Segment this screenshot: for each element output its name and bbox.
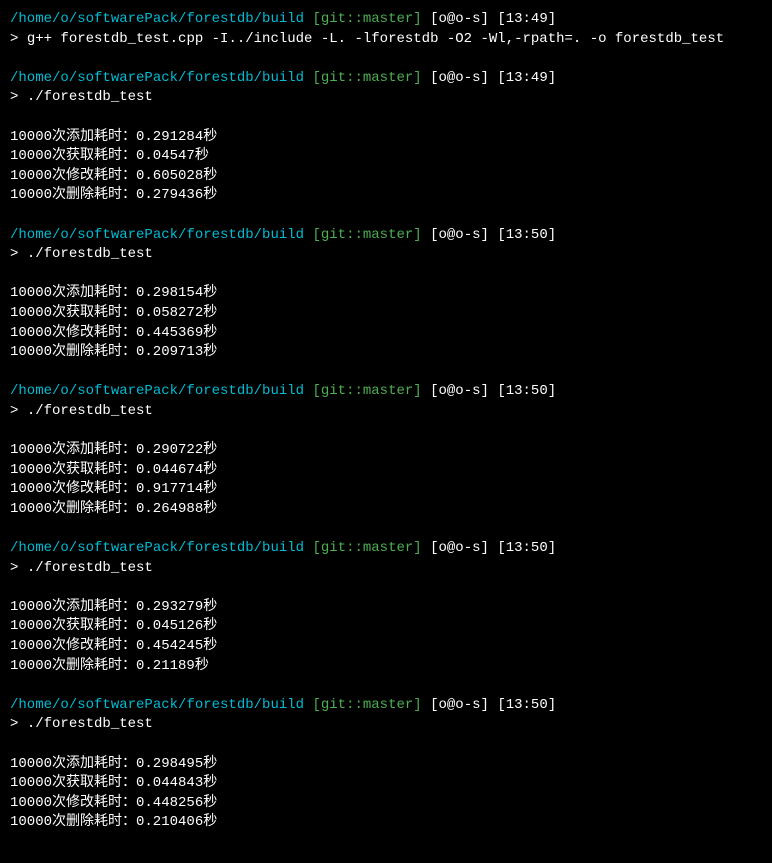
- timestamp: [13:50]: [497, 383, 556, 399]
- output-line: 10000次删除耗时：0.279436秒: [10, 186, 762, 206]
- git-branch: [git::master]: [312, 11, 421, 27]
- user-host: [o@o-s]: [430, 383, 489, 399]
- output-line: 10000次删除耗时：0.264988秒: [10, 500, 762, 520]
- git-branch: [git::master]: [312, 383, 421, 399]
- timestamp: [13:50]: [497, 540, 556, 556]
- blank-line: [10, 519, 762, 539]
- cwd-path: /home/o/softwarePack/forestdb/build: [10, 70, 304, 86]
- prompt-line: /home/o/softwarePack/forestdb/build [git…: [10, 226, 762, 246]
- output-line: 10000次添加耗时：0.291284秒: [10, 128, 762, 148]
- output-line: 10000次修改耗时：0.448256秒: [10, 794, 762, 814]
- blank-line: [10, 108, 762, 128]
- output-line: 10000次添加耗时：0.298495秒: [10, 755, 762, 775]
- command-text: ./forestdb_test: [27, 89, 153, 105]
- output-line: 10000次删除耗时：0.21189秒: [10, 657, 762, 677]
- timestamp: [13:49]: [497, 11, 556, 27]
- git-branch: [git::master]: [312, 227, 421, 243]
- git-branch: [git::master]: [312, 70, 421, 86]
- user-host: [o@o-s]: [430, 70, 489, 86]
- user-host: [o@o-s]: [430, 11, 489, 27]
- output-line: 10000次获取耗时：0.04547秒: [10, 147, 762, 167]
- user-host: [o@o-s]: [430, 540, 489, 556]
- git-branch: [git::master]: [312, 697, 421, 713]
- output-line: 10000次修改耗时：0.917714秒: [10, 480, 762, 500]
- output-line: 10000次添加耗时：0.290722秒: [10, 441, 762, 461]
- timestamp: [13:50]: [497, 697, 556, 713]
- git-branch: [git::master]: [312, 540, 421, 556]
- blank-line: [10, 735, 762, 755]
- command-line[interactable]: > ./forestdb_test: [10, 559, 762, 579]
- user-host: [o@o-s]: [430, 227, 489, 243]
- output-line: 10000次添加耗时：0.293279秒: [10, 598, 762, 618]
- command-line[interactable]: > ./forestdb_test: [10, 88, 762, 108]
- command-line[interactable]: > ./forestdb_test: [10, 245, 762, 265]
- terminal-output: /home/o/softwarePack/forestdb/build [git…: [10, 10, 762, 853]
- output-line: 10000次获取耗时：0.058272秒: [10, 304, 762, 324]
- prompt-symbol: >: [10, 31, 18, 47]
- blank-line: [10, 363, 762, 383]
- prompt-line: /home/o/softwarePack/forestdb/build [git…: [10, 10, 762, 30]
- command-text: ./forestdb_test: [27, 246, 153, 262]
- command-text: ./forestdb_test: [27, 403, 153, 419]
- blank-line: [10, 578, 762, 598]
- output-line: 10000次修改耗时：0.454245秒: [10, 637, 762, 657]
- output-line: 10000次获取耗时：0.045126秒: [10, 617, 762, 637]
- cwd-path: /home/o/softwarePack/forestdb/build: [10, 11, 304, 27]
- output-line: 10000次添加耗时：0.298154秒: [10, 284, 762, 304]
- command-text: ./forestdb_test: [27, 716, 153, 732]
- command-line[interactable]: > g++ forestdb_test.cpp -I../include -L.…: [10, 30, 762, 50]
- command-text: g++ forestdb_test.cpp -I../include -L. -…: [27, 31, 724, 47]
- blank-line: [10, 265, 762, 285]
- prompt-symbol: >: [10, 716, 18, 732]
- cwd-path: /home/o/softwarePack/forestdb/build: [10, 227, 304, 243]
- user-host: [o@o-s]: [430, 697, 489, 713]
- blank-line: [10, 833, 762, 853]
- command-line[interactable]: > ./forestdb_test: [10, 402, 762, 422]
- cwd-path: /home/o/softwarePack/forestdb/build: [10, 697, 304, 713]
- output-line: 10000次删除耗时：0.209713秒: [10, 343, 762, 363]
- prompt-symbol: >: [10, 403, 18, 419]
- command-text: ./forestdb_test: [27, 560, 153, 576]
- prompt-line: /home/o/softwarePack/forestdb/build [git…: [10, 69, 762, 89]
- cwd-path: /home/o/softwarePack/forestdb/build: [10, 540, 304, 556]
- command-line[interactable]: > ./forestdb_test: [10, 715, 762, 735]
- blank-line: [10, 676, 762, 696]
- prompt-symbol: >: [10, 560, 18, 576]
- output-line: 10000次获取耗时：0.044843秒: [10, 774, 762, 794]
- prompt-symbol: >: [10, 89, 18, 105]
- timestamp: [13:50]: [497, 227, 556, 243]
- prompt-symbol: >: [10, 246, 18, 262]
- prompt-line: /home/o/softwarePack/forestdb/build [git…: [10, 539, 762, 559]
- output-line: 10000次修改耗时：0.605028秒: [10, 167, 762, 187]
- prompt-line: /home/o/softwarePack/forestdb/build [git…: [10, 696, 762, 716]
- output-line: 10000次删除耗时：0.210406秒: [10, 813, 762, 833]
- output-line: 10000次获取耗时：0.044674秒: [10, 461, 762, 481]
- cwd-path: /home/o/softwarePack/forestdb/build: [10, 383, 304, 399]
- blank-line: [10, 49, 762, 69]
- prompt-line: /home/o/softwarePack/forestdb/build [git…: [10, 382, 762, 402]
- timestamp: [13:49]: [497, 70, 556, 86]
- blank-line: [10, 421, 762, 441]
- output-line: 10000次修改耗时：0.445369秒: [10, 324, 762, 344]
- blank-line: [10, 206, 762, 226]
